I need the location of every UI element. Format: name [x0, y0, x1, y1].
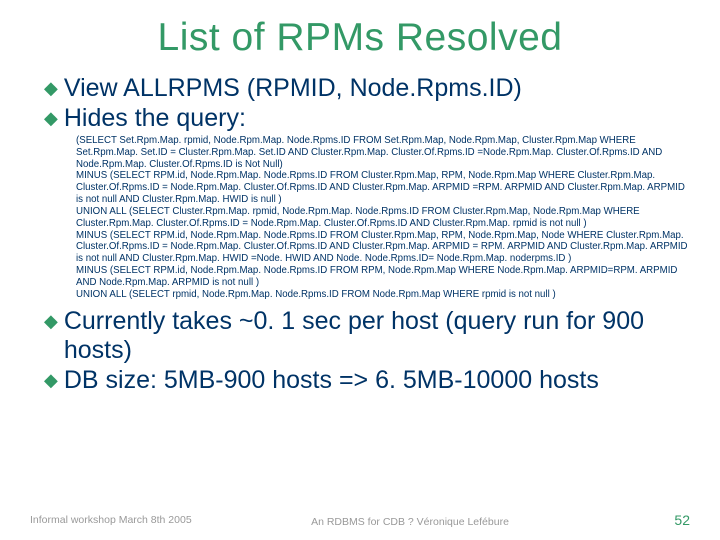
- bullet-item: ◆ Hides the query:: [44, 104, 690, 134]
- bullet-text: DB size: 5MB-900 hosts => 6. 5MB-10000 h…: [64, 366, 599, 396]
- bullet-item: ◆ Currently takes ~0. 1 sec per host (qu…: [44, 307, 690, 366]
- footer-date: Informal workshop March 8th 2005: [30, 514, 210, 528]
- slide-body-2: ◆ Currently takes ~0. 1 sec per host (qu…: [0, 305, 720, 396]
- diamond-icon: ◆: [44, 108, 58, 129]
- bullet-item: ◆ View ALLRPMS (RPMID, Node.Rpms.ID): [44, 74, 690, 104]
- diamond-icon: ◆: [44, 78, 58, 99]
- bullet-item: ◆ DB size: 5MB-900 hosts => 6. 5MB-10000…: [44, 366, 690, 396]
- bullet-text: View ALLRPMS (RPMID, Node.Rpms.ID): [64, 74, 522, 104]
- bullet-text: Hides the query:: [64, 104, 246, 134]
- bullet-text: Currently takes ~0. 1 sec per host (quer…: [64, 307, 690, 366]
- footer-page: 52: [610, 512, 690, 528]
- slide: List of RPMs Resolved ◆ View ALLRPMS (RP…: [0, 0, 720, 540]
- slide-title: List of RPMs Resolved: [0, 0, 720, 60]
- sql-block: (SELECT Set.Rpm.Map. rpmid, Node.Rpm.Map…: [0, 133, 720, 305]
- footer: Informal workshop March 8th 2005 An RDBM…: [0, 512, 720, 528]
- slide-body: ◆ View ALLRPMS (RPMID, Node.Rpms.ID) ◆ H…: [0, 60, 720, 133]
- diamond-icon: ◆: [44, 370, 58, 391]
- footer-caption: An RDBMS for CDB ? Véronique Lefébure: [210, 516, 610, 528]
- diamond-icon: ◆: [44, 311, 58, 332]
